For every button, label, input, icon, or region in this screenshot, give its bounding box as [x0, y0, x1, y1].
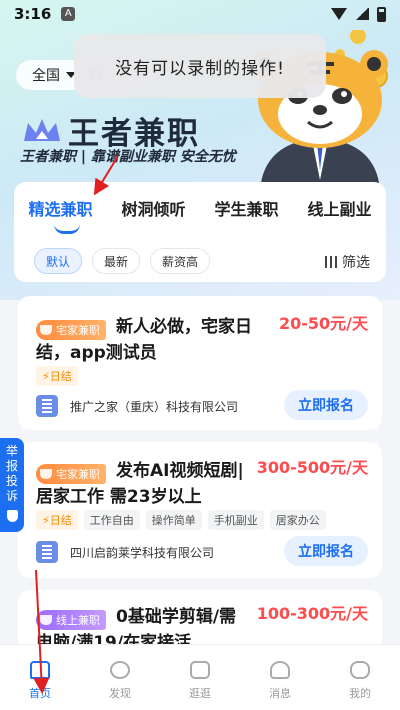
- apply-button[interactable]: 立即报名: [284, 536, 368, 566]
- company-info: 推广之家（重庆）科技有限公司: [36, 395, 238, 417]
- profile-icon: [350, 661, 370, 679]
- tab-student[interactable]: 学生兼职: [200, 196, 293, 220]
- status-bar: 3:16 A: [0, 0, 400, 28]
- tag-daily-pay: ⚡ 日结: [36, 510, 78, 530]
- category-tabs: 精选兼职 树洞倾听 学生兼职 线上副业: [14, 196, 386, 220]
- company-info: 四川启韵莱学科技有限公司: [36, 541, 214, 563]
- report-complaint-tab[interactable]: 举 报 投 诉: [0, 438, 24, 532]
- tag: 操作简单: [145, 510, 202, 530]
- cube-icon: [190, 661, 210, 679]
- nav-discover[interactable]: 发现: [80, 645, 160, 710]
- filter-high-salary[interactable]: 薪资高: [150, 248, 211, 274]
- job-salary: 20-50元/天: [278, 314, 368, 333]
- bell-icon: [270, 661, 290, 679]
- tag-daily-pay: ⚡ 日结: [36, 366, 78, 386]
- job-tags: ⚡ 日结: [36, 366, 78, 386]
- filter-button[interactable]: 筛选: [325, 252, 370, 272]
- job-title: 发布AI视频短剧|居家工作 需23岁以上: [36, 458, 246, 510]
- tab-featured[interactable]: 精选兼职: [14, 196, 107, 220]
- filter-icon: [325, 256, 338, 268]
- job-title: 新人必做，宅家日结，app测试员: [36, 314, 276, 366]
- tab-treehole[interactable]: 树洞倾听: [107, 196, 200, 220]
- job-card[interactable]: 宅家兼职 发布AI视频短剧|居家工作 需23岁以上 300-500元/天 ⚡ 日…: [18, 442, 382, 578]
- nav-label: 消息: [269, 687, 291, 700]
- nav-label: 首页: [29, 687, 51, 700]
- filter-latest[interactable]: 最新: [92, 248, 141, 274]
- nav-home[interactable]: 首页: [0, 645, 80, 710]
- nav-label: 逛逛: [189, 687, 211, 700]
- crown-icon: [24, 118, 60, 141]
- home-icon: [30, 661, 50, 679]
- category-card: 精选兼职 树洞倾听 学生兼职 线上副业 默认 最新 薪资高 筛选: [14, 182, 386, 282]
- report-char: 投: [5, 474, 18, 488]
- job-card[interactable]: 宅家兼职 新人必做，宅家日结，app测试员 20-50元/天 ⚡ 日结 推广之家…: [18, 296, 382, 430]
- shield-icon: [6, 510, 18, 522]
- nav-messages[interactable]: 消息: [240, 645, 320, 710]
- tab-online[interactable]: 线上副业: [293, 196, 386, 220]
- planet-icon: [110, 661, 130, 679]
- notification-icon: A: [61, 7, 76, 21]
- company-building-icon: [36, 541, 58, 563]
- nav-label: 发现: [109, 687, 131, 700]
- sort-filters: 默认 最新 薪资高: [34, 248, 211, 274]
- filter-default[interactable]: 默认: [34, 248, 83, 274]
- tag: 工作自由: [83, 510, 140, 530]
- job-tags: ⚡ 日结 工作自由 操作简单 手机副业 居家办公: [36, 510, 326, 530]
- report-char: 报: [5, 459, 18, 473]
- brand-slogan: 王者兼职 | 靠谱副业兼职 安全无忧: [20, 149, 236, 165]
- job-salary: 300-500元/天: [256, 458, 368, 477]
- battery-icon: [377, 6, 386, 22]
- city-label: 全国: [32, 68, 60, 84]
- nav-browse[interactable]: 逛逛: [160, 645, 240, 710]
- wifi-icon: [331, 8, 347, 20]
- tag: 手机副业: [207, 510, 264, 530]
- nav-label: 我的: [349, 687, 371, 700]
- toast-message: 没有可以录制的操作!: [74, 34, 326, 98]
- filter-button-label: 筛选: [342, 255, 370, 271]
- company-name: 推广之家（重庆）科技有限公司: [70, 399, 239, 414]
- status-time: 3:16: [14, 5, 52, 23]
- report-char: 诉: [5, 489, 18, 503]
- tag: 居家办公: [269, 510, 326, 530]
- job-salary: 100-300元/天: [256, 604, 368, 623]
- job-title-text: 新人必做，宅家日结，app测试员: [36, 317, 252, 363]
- active-tab-indicator: [54, 224, 80, 234]
- job-card[interactable]: 线上兼职 0基础学剪辑/需电脑/满19/在家接活 100-300元/天: [18, 590, 382, 650]
- nav-profile[interactable]: 我的: [320, 645, 400, 710]
- signal-icon: [355, 8, 369, 20]
- job-title-text: 发布AI视频短剧|居家工作 需23岁以上: [36, 461, 244, 507]
- company-name: 四川启韵莱学科技有限公司: [70, 545, 215, 560]
- bottom-navigation: 首页 发现 逛逛 消息 我的: [0, 644, 400, 710]
- apply-button[interactable]: 立即报名: [284, 390, 368, 420]
- company-building-icon: [36, 395, 58, 417]
- report-char: 举: [5, 444, 18, 458]
